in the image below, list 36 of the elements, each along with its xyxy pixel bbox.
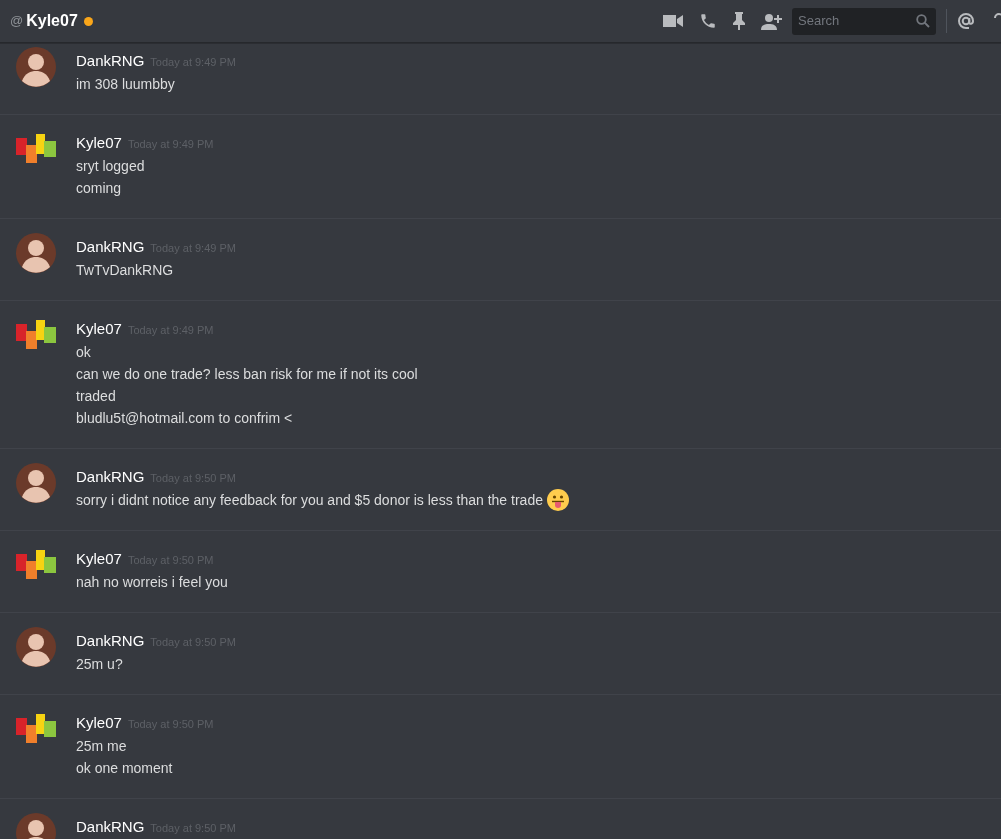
search-icon [916,14,930,28]
author-name[interactable]: DankRNG [76,468,145,485]
message-text: sorry i didnt notice any feedback for you and $5 donor is less than the trade [76,491,543,510]
message-text: coming [76,179,122,198]
avatar[interactable] [16,627,56,667]
message-text: traded [76,387,116,406]
message-text: ok [76,343,91,362]
author-name[interactable]: DankRNG [76,238,145,255]
author-name[interactable]: Kyle07 [76,320,122,337]
search-field[interactable]: Search [792,7,936,35]
message-text: ok one moment [76,759,173,778]
phone-icon[interactable] [699,12,717,30]
message-text: im 308 luumbby [76,75,175,94]
add-user-icon[interactable] [761,12,782,30]
author-name[interactable]: DankRNG [76,52,145,69]
video-camera-icon[interactable] [663,14,683,28]
pin-icon[interactable] [733,12,745,30]
message-text: bludlu5t@hotmail.com to confrim < [76,409,293,428]
avatar[interactable] [16,233,56,273]
message-text: sryt logged [76,157,145,176]
at-sign: @ [10,12,24,31]
channel-title: Kyle07 [26,11,78,31]
author-name[interactable]: DankRNG [76,818,145,835]
author-name[interactable]: Kyle07 [76,714,122,731]
avatar[interactable] [16,463,56,503]
author-name[interactable]: Kyle07 [76,134,122,151]
avatar[interactable] [16,47,56,87]
message-text: 25m u? [76,655,123,674]
message-text: can we do one trade? less ban risk for me if not its cool [76,365,418,384]
message-text: nah no worreis i feel you [76,573,228,592]
search-input[interactable]: Search [798,11,908,31]
author-name[interactable]: Kyle07 [76,550,122,567]
author-name[interactable]: DankRNG [76,632,145,649]
message-text: 25m me [76,737,127,756]
mention-icon[interactable] [957,12,975,30]
message-text: TwTvDankRNG [76,261,174,280]
